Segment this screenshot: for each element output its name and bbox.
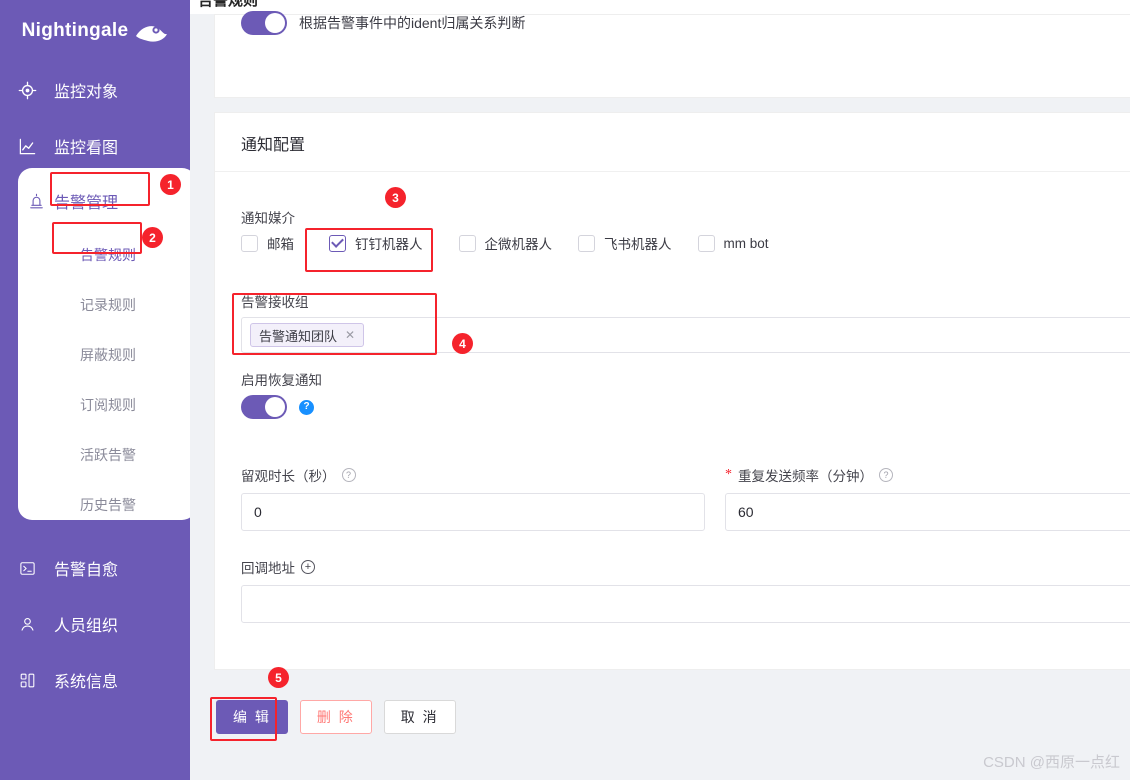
question-circle-icon[interactable]: ? <box>879 468 893 482</box>
observe-duration-input[interactable]: 0 <box>241 493 705 531</box>
user-icon <box>0 616 54 633</box>
sidebar-subitem-record-rules[interactable]: 记录规则 <box>18 280 190 330</box>
checkbox-box <box>458 234 476 252</box>
feishu-robot-checkbox[interactable]: 飞书机器人 <box>578 233 672 253</box>
checkbox-label: 钉钉机器人 <box>355 237 423 252</box>
repeat-frequency-label-text: 重复发送频率（分钟） <box>738 469 873 484</box>
sidebar-subitem-label: 屏蔽规则 <box>80 347 136 363</box>
sidebar-subitem-active-alerts[interactable]: 活跃告警 <box>18 430 190 480</box>
checkbox-label: 飞书机器人 <box>604 237 672 252</box>
recover-notify-label: 启用恢复通知 <box>241 373 322 388</box>
sidebar-subitem-subscribe-rules[interactable]: 订阅规则 <box>18 380 190 430</box>
ident-scope-toggle[interactable] <box>241 11 287 35</box>
apps-grid-icon <box>0 672 54 689</box>
mm-bot-checkbox[interactable]: mm bot <box>697 234 769 252</box>
delete-button[interactable]: 删 除 <box>299 700 372 734</box>
checkbox-label: 企微机器人 <box>484 237 553 252</box>
target-icon <box>0 81 54 100</box>
brand-logo: Nightingale <box>0 0 190 62</box>
footer-button-bar: 编 辑 删 除 取 消 <box>216 700 456 734</box>
wecom-robot-checkbox[interactable]: 企微机器人 <box>458 233 553 253</box>
receiver-group-tag: 告警通知团队 ✕ <box>250 323 365 347</box>
checkbox-box <box>697 234 715 252</box>
rule-scope-card: 根据告警事件中的ident归属关系判断 <box>214 11 1130 98</box>
close-x-icon[interactable]: ✕ <box>345 328 355 342</box>
observe-duration-label-text: 留观时长（秒） <box>241 469 336 484</box>
watermark: CSDN @西原一点红 <box>983 754 1120 771</box>
sidebar-item-dashboards[interactable]: 监控看图 <box>0 118 190 174</box>
observe-duration-value: 0 <box>254 504 262 520</box>
repeat-frequency-input[interactable]: 60 <box>725 493 1130 531</box>
checkbox-label: 邮箱 <box>267 237 294 252</box>
sidebar: Nightingale 监控对象 监控看图 告警管理 告警规则 记录规则 屏蔽规… <box>0 0 190 780</box>
bird-logo-icon <box>134 22 168 44</box>
edit-button[interactable]: 编 辑 <box>216 700 288 734</box>
repeat-frequency-label: * 重复发送频率（分钟） ? <box>725 465 893 485</box>
receiver-group-label: 告警接收组 <box>241 295 309 310</box>
notify-media-checkbox-group: 邮箱 钉钉机器人 企微机器人 飞书机器人 mm bot <box>241 233 795 253</box>
notification-config-card: 通知配置 通知媒介 邮箱 钉钉机器人 企微机器人 飞书机器人 mm bot 告警… <box>214 112 1130 670</box>
checkbox-label: mm bot <box>723 235 769 251</box>
sidebar-item-monitoring-objects[interactable]: 监控对象 <box>0 62 190 118</box>
sidebar-item-label: 监控对象 <box>54 84 119 101</box>
alarm-bell-icon <box>18 193 54 210</box>
sidebar-subitem-label: 历史告警 <box>80 497 136 513</box>
checkbox-box <box>241 234 258 252</box>
toggle-knob <box>265 397 285 417</box>
sidebar-item-label: 监控看图 <box>54 140 119 157</box>
sidebar-subitem-label: 告警规则 <box>80 247 136 263</box>
sidebar-subitem-label: 记录规则 <box>80 297 136 313</box>
page-title: 告警规则 <box>198 0 259 9</box>
callback-address-input[interactable] <box>241 585 1130 623</box>
main-content: 告警规则 根据告警事件中的ident归属关系判断 通知配置 通知媒介 邮箱 钉钉… <box>190 0 1130 780</box>
terminal-icon <box>0 560 54 577</box>
sidebar-bottom-group: 告警自愈 人员组织 系统信息 <box>0 540 190 708</box>
question-circle-filled-icon[interactable]: ? <box>299 399 314 415</box>
toggle-knob <box>265 13 285 33</box>
sidebar-subitem-alert-rules[interactable]: 告警规则 <box>18 230 190 280</box>
sidebar-item-label: 人员组织 <box>54 618 119 635</box>
sidebar-group-alerting: 告警管理 告警规则 记录规则 屏蔽规则 订阅规则 活跃告警 历史告警 <box>18 168 190 520</box>
sidebar-item-label: 告警自愈 <box>54 562 119 579</box>
tag-text: 告警通知团队 <box>259 328 338 344</box>
recover-notify-row: ? <box>241 395 314 419</box>
question-circle-icon[interactable]: ? <box>341 468 356 482</box>
checkbox-box <box>329 234 346 252</box>
chart-line-icon <box>0 137 54 156</box>
brand-name: Nightingale <box>21 20 129 41</box>
receiver-group-select[interactable]: 告警通知团队 ✕ <box>241 317 1130 353</box>
callback-address-label-text: 回调地址 <box>241 561 295 576</box>
notification-config-title: 通知配置 <box>241 137 306 154</box>
card-divider <box>215 171 1130 172</box>
cancel-button[interactable]: 取 消 <box>383 700 456 734</box>
notify-media-label: 通知媒介 <box>241 211 295 226</box>
app-root: Nightingale 监控对象 监控看图 告警管理 告警规则 记录规则 屏蔽规… <box>0 0 1130 780</box>
ident-scope-row: 根据告警事件中的ident归属关系判断 <box>241 11 525 35</box>
sidebar-subitem-history-alerts[interactable]: 历史告警 <box>18 480 190 530</box>
sidebar-item-people-org[interactable]: 人员组织 <box>0 596 190 652</box>
sidebar-subitem-label: 活跃告警 <box>80 447 136 463</box>
ident-scope-caption: 根据告警事件中的ident归属关系判断 <box>299 15 526 31</box>
sidebar-item-label: 系统信息 <box>54 674 119 691</box>
repeat-frequency-value: 60 <box>738 504 754 520</box>
email-checkbox[interactable]: 邮箱 <box>241 233 294 253</box>
sidebar-group-header-alerting[interactable]: 告警管理 <box>18 178 190 224</box>
required-mark: * <box>725 467 732 482</box>
dingtalk-robot-checkbox[interactable]: 钉钉机器人 <box>329 233 423 253</box>
sidebar-group-label: 告警管理 <box>54 195 119 212</box>
recover-notify-toggle[interactable] <box>241 395 287 419</box>
sidebar-subitem-label: 订阅规则 <box>80 397 136 413</box>
sidebar-item-self-healing[interactable]: 告警自愈 <box>0 540 190 596</box>
checkbox-box <box>578 234 595 252</box>
observe-duration-label: 留观时长（秒） ? <box>241 465 356 485</box>
sidebar-item-system-info[interactable]: 系统信息 <box>0 652 190 708</box>
sidebar-subitem-mute-rules[interactable]: 屏蔽规则 <box>18 330 190 380</box>
plus-circle-icon[interactable]: + <box>301 560 315 574</box>
callback-address-label: 回调地址 + <box>241 557 315 577</box>
